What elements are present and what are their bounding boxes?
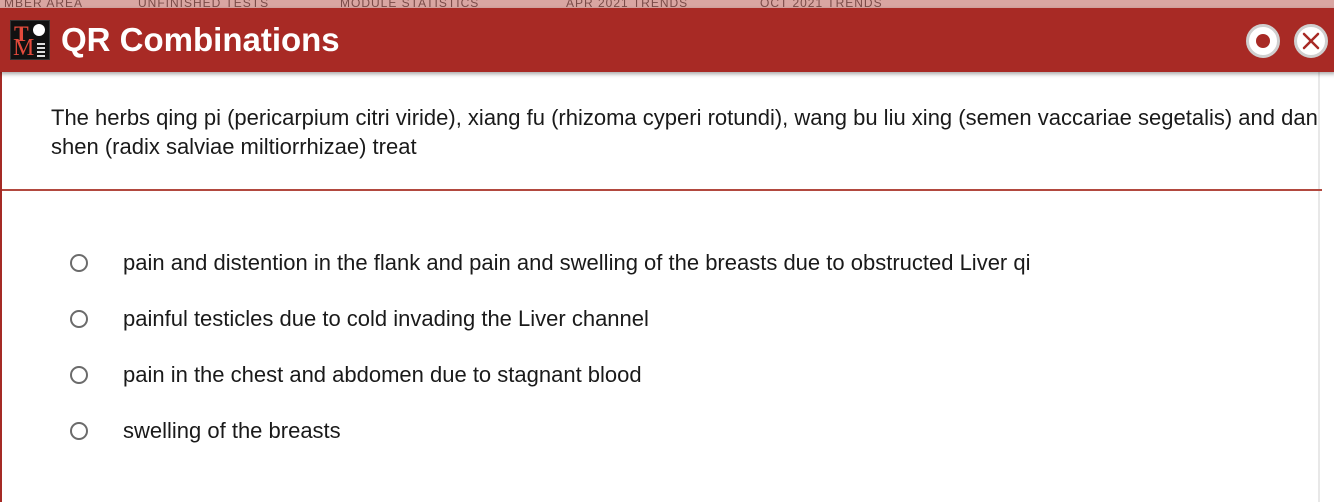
close-icon xyxy=(1302,32,1320,50)
background-tab: APR 2021 TRENDS xyxy=(566,0,689,8)
modal-title: QR Combinations xyxy=(61,21,340,58)
background-tab: MBER AREA xyxy=(4,0,84,8)
answer-option[interactable]: painful testicles due to cold invading t… xyxy=(68,306,1218,336)
background-tab: MODULE STATISTICS xyxy=(340,0,480,8)
answer-option[interactable]: pain in the chest and abdomen due to sta… xyxy=(68,362,1218,392)
answer-option[interactable]: swelling of the breasts xyxy=(68,418,1218,448)
modal-titlebar: T M QR Combinations xyxy=(0,8,1334,72)
answer-option-label: painful testicles due to cold invading t… xyxy=(123,306,649,331)
radio-button[interactable] xyxy=(70,422,88,440)
page: MBER AREA UNFINISHED TESTS MODULE STATIS… xyxy=(0,0,1334,502)
close-button[interactable] xyxy=(1294,24,1328,58)
question-text: The herbs qing pi (pericarpium citri vir… xyxy=(51,105,1318,159)
radio-button[interactable] xyxy=(70,254,88,272)
background-tab: OCT 2021 TRENDS xyxy=(760,0,883,8)
radio-button[interactable] xyxy=(70,366,88,384)
answer-option-label: pain in the chest and abdomen due to sta… xyxy=(123,362,642,387)
answer-option[interactable]: pain and distention in the flank and pai… xyxy=(68,250,1218,280)
record-icon xyxy=(1256,34,1270,48)
question-modal: T M QR Combinations The herbs qing pi (p… xyxy=(0,8,1334,502)
answer-option-label: pain and distention in the flank and pai… xyxy=(123,250,1031,275)
record-button[interactable] xyxy=(1246,24,1280,58)
background-tab: UNFINISHED TESTS xyxy=(138,0,270,8)
background-app-tabs: MBER AREA UNFINISHED TESTS MODULE STATIS… xyxy=(0,0,1334,8)
tcmtests-logo-icon: T M xyxy=(10,20,50,61)
answer-option-label: swelling of the breasts xyxy=(123,418,341,443)
radio-button[interactable] xyxy=(70,310,88,328)
divider xyxy=(2,189,1322,191)
